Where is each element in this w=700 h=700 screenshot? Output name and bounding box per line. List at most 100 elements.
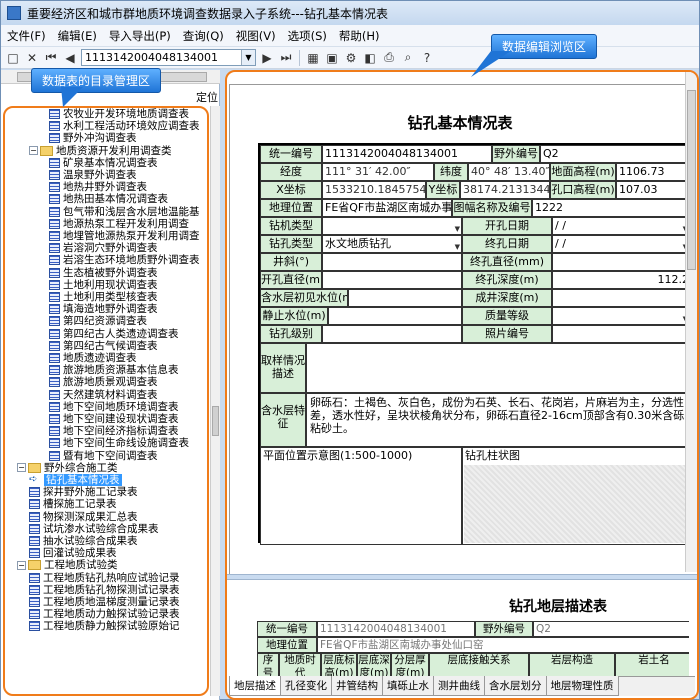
menu-help[interactable]: 帮助(H) bbox=[339, 28, 380, 44]
start-dia-field[interactable] bbox=[322, 271, 462, 289]
collapse-toggle-icon[interactable]: − bbox=[29, 146, 38, 156]
form-vertical-scrollbar[interactable] bbox=[685, 72, 697, 572]
tree-item[interactable]: ➪ 钻孔基本情况表 bbox=[29, 474, 122, 487]
tree-item[interactable]: 矿泉基本情况调查表 bbox=[49, 157, 158, 169]
preview-icon[interactable]: ◧ bbox=[362, 50, 378, 66]
calculator-icon[interactable]: ▦ bbox=[305, 50, 321, 66]
final-depth-field[interactable]: 112.2 bbox=[552, 271, 690, 289]
tree-folder[interactable]: − 工程地质试验类 bbox=[17, 559, 118, 571]
search-icon[interactable]: ⌕ bbox=[400, 50, 416, 66]
tree-item[interactable]: 地下空间经济指标调查表 bbox=[49, 425, 179, 437]
vertical-scrollbar[interactable] bbox=[210, 106, 220, 696]
tree-item[interactable]: 物探测深成果汇总表 bbox=[29, 511, 138, 523]
tab-4[interactable]: 测井曲线 bbox=[433, 676, 485, 696]
tab-3[interactable]: 填砾止水 bbox=[382, 676, 434, 696]
tree-item[interactable]: 岩溶生态环境地质野外调查表 bbox=[49, 254, 200, 266]
tree-item[interactable]: 工程地质动力触探试验记录表 bbox=[29, 608, 180, 620]
tree-item[interactable]: 地热田基本情况调查表 bbox=[49, 193, 168, 205]
collar-elev-field[interactable]: 107.03 bbox=[616, 181, 690, 199]
sheet-field[interactable]: 1222 bbox=[532, 199, 690, 217]
strata-column-header[interactable]: 地质时代 bbox=[279, 653, 321, 676]
strata-column-header[interactable]: 序号 bbox=[257, 653, 279, 676]
tree-item[interactable]: 工程地质钻孔物探测试记录表 bbox=[29, 584, 180, 596]
aquifer-field[interactable]: 卵砾石：土褐色、灰白色，成份为石英、长石、花岗岩，片麻岩为主，分选性差，透水性好… bbox=[306, 393, 690, 447]
start-date-field[interactable]: / /▼ bbox=[552, 217, 690, 235]
help-icon[interactable]: ? bbox=[419, 50, 435, 66]
next-record-icon[interactable]: ▶ bbox=[259, 50, 275, 66]
tree-item[interactable]: 探井野外施工记录表 bbox=[29, 486, 138, 498]
ground-elev-field[interactable]: 1106.73 bbox=[616, 163, 690, 181]
tree-item[interactable]: 地下空间生命线设施调查表 bbox=[49, 437, 189, 449]
tree-item[interactable]: 地下空间地质环境调查表 bbox=[49, 401, 179, 413]
tree-item[interactable]: 野外冲沟调查表 bbox=[49, 132, 137, 144]
static-level-field[interactable] bbox=[328, 307, 462, 325]
tree-item[interactable]: 生态植被野外调查表 bbox=[49, 267, 158, 279]
tree-item[interactable]: 抽水试验综合成果表 bbox=[29, 535, 138, 547]
inclination-field[interactable] bbox=[322, 253, 462, 271]
tree-item[interactable]: 包气带和浅层含水层地温能基 bbox=[49, 206, 200, 218]
strata-field-no-field[interactable]: Q2 bbox=[533, 621, 689, 637]
tree-item[interactable]: 第四纪古人类遗迹调查表 bbox=[49, 328, 179, 340]
tree-folder[interactable]: − 地质资源开发利用调查类 bbox=[29, 145, 172, 157]
tree-item[interactable]: 地下空间建设现状调查表 bbox=[49, 413, 179, 425]
chevron-down-icon[interactable]: ▼ bbox=[455, 221, 460, 234]
print-icon[interactable]: ⎙ bbox=[381, 50, 397, 66]
panel-splitter[interactable] bbox=[227, 574, 697, 580]
prev-record-icon[interactable]: ◀ bbox=[62, 50, 78, 66]
strata-column-header[interactable]: 岩土名 bbox=[615, 653, 689, 676]
first-record-icon[interactable]: ⏮ bbox=[43, 50, 59, 66]
tree-folder[interactable]: − 野外综合施工类 bbox=[17, 462, 118, 474]
tab-2[interactable]: 井管结构 bbox=[331, 676, 383, 696]
tree-item[interactable]: 天然建筑材料调查表 bbox=[49, 389, 158, 401]
field-no-field[interactable]: Q2 bbox=[540, 145, 690, 163]
tree-item[interactable]: 地源热泵工程开发利用调查 bbox=[49, 218, 189, 230]
tree-item[interactable]: 地埋管地源热泵开发利用调查 bbox=[49, 230, 200, 242]
tree-item[interactable]: 工程地质地温梯度测量记录表 bbox=[29, 596, 180, 608]
menu-edit[interactable]: 编辑(E) bbox=[58, 28, 97, 44]
first-water-field[interactable] bbox=[348, 289, 462, 307]
tree-item[interactable]: 试坑渗水试验综合成果表 bbox=[29, 523, 159, 535]
strata-uid-field[interactable]: 1113142004048134001 bbox=[317, 621, 475, 637]
tree-item[interactable]: 农牧业开发环境地质调查表 bbox=[49, 108, 189, 120]
strata-location-field[interactable]: FE省QF市盐湖区南城办事处仙口窑 bbox=[317, 637, 689, 653]
new-icon[interactable]: □ bbox=[5, 50, 21, 66]
chevron-down-icon[interactable]: ▼ bbox=[241, 50, 255, 65]
last-record-icon[interactable]: ⏭ bbox=[278, 50, 294, 66]
collapse-toggle-icon[interactable]: − bbox=[17, 560, 26, 570]
tree-item[interactable]: 地质遗迹调查表 bbox=[49, 352, 137, 364]
tab-6[interactable]: 地层物理性质 bbox=[545, 676, 619, 696]
hole-type-field[interactable]: 水文地质钻孔 ▼ bbox=[322, 235, 462, 253]
photo-field[interactable] bbox=[552, 325, 690, 343]
tools-icon[interactable]: ⚙ bbox=[343, 50, 359, 66]
strata-column-header[interactable]: 层底深度(m) bbox=[357, 653, 391, 676]
menu-query[interactable]: 查询(Q) bbox=[183, 28, 224, 44]
x-field[interactable]: 1533210.18457541 bbox=[322, 181, 426, 199]
menu-options[interactable]: 选项(S) bbox=[288, 28, 327, 44]
tree-item[interactable]: 旅游地质资源基本信息表 bbox=[49, 364, 179, 376]
tree-item[interactable]: 旅游地质景观调查表 bbox=[49, 376, 158, 388]
y-field[interactable]: 38174.21313446 bbox=[460, 181, 550, 199]
tab-1[interactable]: 孔径变化 bbox=[280, 676, 332, 696]
tree-item[interactable]: 第四纪古气候调查表 bbox=[49, 340, 158, 352]
chevron-down-icon[interactable]: ▼ bbox=[455, 239, 460, 252]
delete-icon[interactable]: ✕ bbox=[24, 50, 40, 66]
tree-item[interactable]: 土地利用类型核查表 bbox=[49, 291, 158, 303]
strata-column-header[interactable]: 分层厚度(m) bbox=[391, 653, 429, 676]
final-dia-field[interactable] bbox=[552, 253, 690, 271]
tree-item[interactable]: 地热井野外调查表 bbox=[49, 181, 147, 193]
tab-5[interactable]: 含水层划分 bbox=[484, 676, 547, 696]
grade-field[interactable] bbox=[322, 325, 462, 343]
strata-column-header[interactable]: 岩层构造 bbox=[529, 653, 615, 676]
tree-item[interactable]: 第四纪资源调查表 bbox=[49, 315, 147, 327]
tree-item[interactable]: 回灌试验成果表 bbox=[29, 547, 117, 559]
location-field[interactable]: FE省QF市盐湖区南城办事处 bbox=[322, 199, 452, 217]
quality-field[interactable]: ▼ bbox=[552, 307, 690, 325]
tree-item[interactable]: 工程地质钻孔热响应试验记录 bbox=[29, 572, 180, 584]
rig-type-field[interactable]: ▼ bbox=[322, 217, 462, 235]
scroll-thumb[interactable] bbox=[687, 90, 696, 270]
lat-field[interactable]: 40° 48′ 13.40″ bbox=[468, 163, 550, 181]
plan-image-area[interactable]: 平面位置示意图(1:500-1000) bbox=[260, 447, 462, 545]
collapse-toggle-icon[interactable]: − bbox=[17, 463, 26, 473]
lon-field[interactable]: 111° 31′ 42.00″ bbox=[322, 163, 434, 181]
record-select[interactable]: 1113142004048134001 ▼ bbox=[81, 49, 256, 66]
